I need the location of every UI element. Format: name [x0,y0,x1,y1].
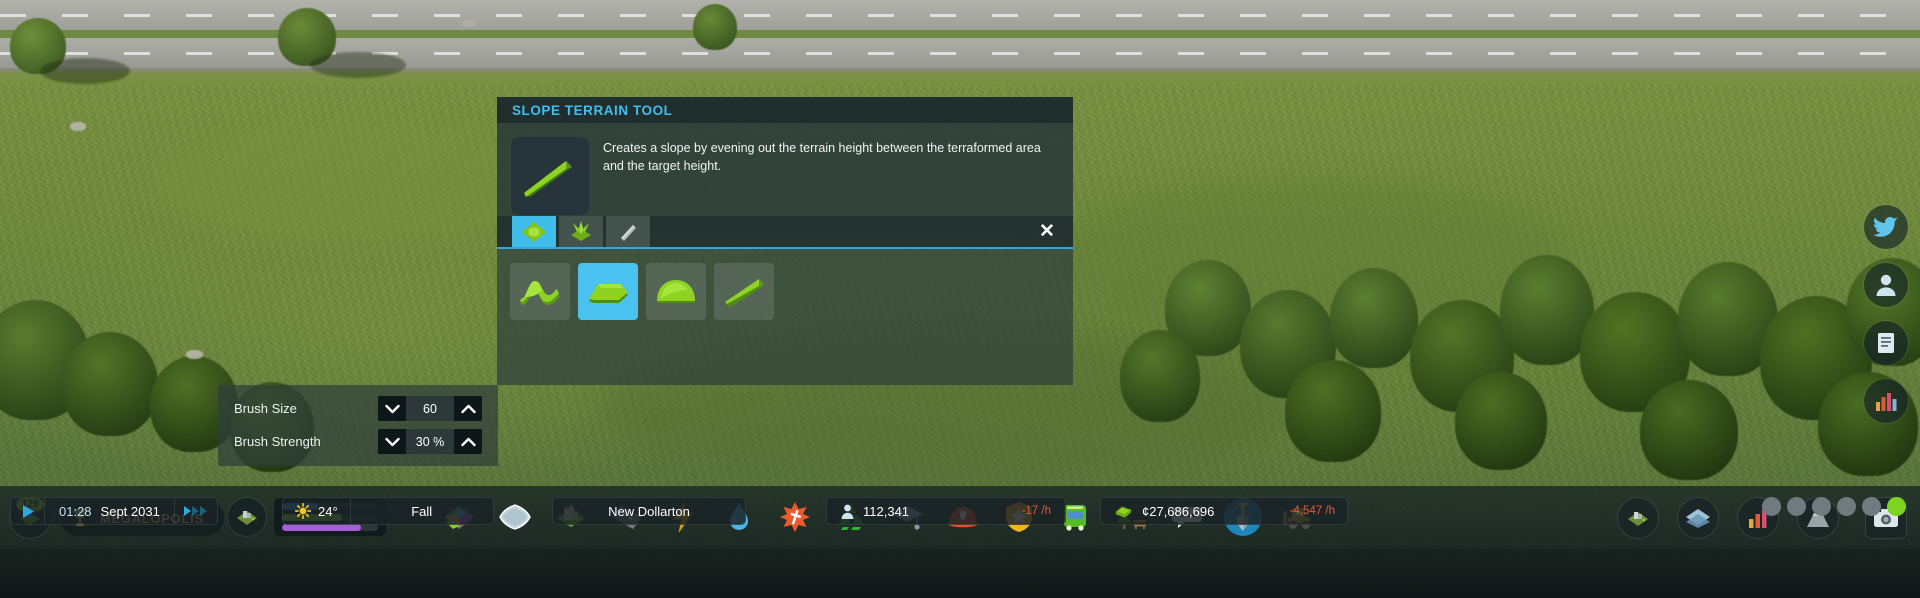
chirper-bird-icon[interactable] [1864,205,1908,249]
money-stack-icon [1114,505,1133,517]
season-value: Fall [411,503,433,519]
close-icon[interactable]: ✕ [1037,222,1057,242]
chevron-down-icon[interactable] [378,396,406,421]
chevron-up-icon[interactable] [454,396,482,421]
hud-status-bar [0,548,1920,598]
tree [1120,330,1200,422]
happiness-indicators [1762,497,1906,516]
tree [1640,380,1738,480]
district-diamond-icon[interactable] [496,498,534,536]
medical-star-icon[interactable] [776,498,814,536]
tab-natural-resources[interactable] [559,216,603,247]
temperature-cell: 24° [283,498,351,524]
city-tile-icon[interactable] [228,498,266,536]
tab-rocks[interactable] [606,216,650,247]
tool-slope-terrain[interactable] [714,263,774,320]
happiness-face-happy[interactable] [1887,497,1906,516]
sun-icon [295,503,311,519]
rock [70,122,86,131]
happiness-face[interactable] [1787,497,1806,516]
tool-soften-terrain[interactable] [646,263,706,320]
city-tile-icon[interactable] [1618,498,1658,538]
brush-options-panel: Brush Size 60 Brush Strength 30 % [218,385,498,466]
tool-tooltip-panel: SLOPE TERRAIN TOOL Creates a slope by ev… [497,97,1073,233]
tooltip-description: Creates a slope by evening out the terra… [603,141,1041,174]
speed-arrow-3 [200,506,208,516]
person-icon [841,504,854,519]
happiness-face[interactable] [1812,497,1831,516]
brush-size-row: Brush Size 60 [234,395,482,422]
person-icon[interactable] [1864,263,1908,307]
tooltip-header: SLOPE TERRAIN TOOL [497,97,1073,123]
money-display[interactable]: ¢27,686,696 -4,547 /h [1100,497,1348,525]
population-display[interactable]: 112,341 -17 /h [826,497,1066,525]
brush-size-value: 60 [406,396,454,421]
clock-time: 01:28 [59,503,92,519]
terraform-tool-row [497,249,1073,320]
document-icon[interactable] [1864,321,1908,365]
terraform-tab-row: ✕ [497,216,1073,249]
side-icon-rail [1860,205,1912,437]
fast-forward-icon[interactable] [175,498,217,524]
time-control[interactable]: 01:28 Sept 2031 [10,497,218,525]
happiness-face[interactable] [1762,497,1781,516]
brush-size-label: Brush Size [234,401,297,416]
rock [186,350,203,359]
tab-terrain[interactable] [512,216,556,247]
tool-shift-terrain[interactable] [510,263,570,320]
tree-shadow [310,52,406,78]
speed-arrow-1 [184,506,192,516]
population-value: 112,341 [863,503,910,519]
bottom-hud: 129 MEGALOPOLIS [0,486,1920,598]
tree [693,4,737,50]
city-name-display[interactable]: New Dollarton [552,497,746,525]
brush-strength-value: 30 % [406,429,454,454]
demand-track-industrial [282,524,378,531]
tree [1330,268,1418,368]
happiness-face[interactable] [1837,497,1856,516]
terraform-panel: ✕ [497,216,1073,385]
chevron-down-icon[interactable] [378,429,406,454]
tree [1285,360,1381,462]
tool-level-terrain[interactable] [578,263,638,320]
tree [62,332,158,436]
money-value: ¢27,686,696 [1142,503,1215,519]
brush-strength-label: Brush Strength [234,434,321,449]
page-title: SLOPE TERRAIN TOOL [512,102,673,118]
happiness-face[interactable] [1862,497,1881,516]
date-display: 01:28 Sept 2031 [45,498,175,524]
economy-chart-icon[interactable] [1864,379,1908,423]
brush-size-stepper[interactable]: 60 [378,396,482,421]
tree-shadow [40,58,130,84]
city-name: New Dollarton [608,503,690,519]
game-date: Sept 2031 [100,503,160,519]
demand-fill-industrial [282,524,361,531]
play-icon[interactable] [11,498,45,524]
layers-diamond-icon[interactable] [1678,498,1718,538]
chevron-up-icon[interactable] [454,429,482,454]
speed-arrow-2 [192,506,200,516]
brush-strength-row: Brush Strength 30 % [234,428,482,455]
temperature-value: 24° [318,503,338,519]
highway-grass-edge [0,74,1920,84]
weather-group: 24° Fall [282,497,494,525]
tree [1455,372,1547,470]
rock [462,20,475,27]
money-delta: -4,547 /h [1289,505,1335,517]
slope-ramp-icon [511,137,589,215]
population-delta: -17 /h [1021,505,1051,517]
brush-strength-stepper[interactable]: 30 % [378,429,482,454]
